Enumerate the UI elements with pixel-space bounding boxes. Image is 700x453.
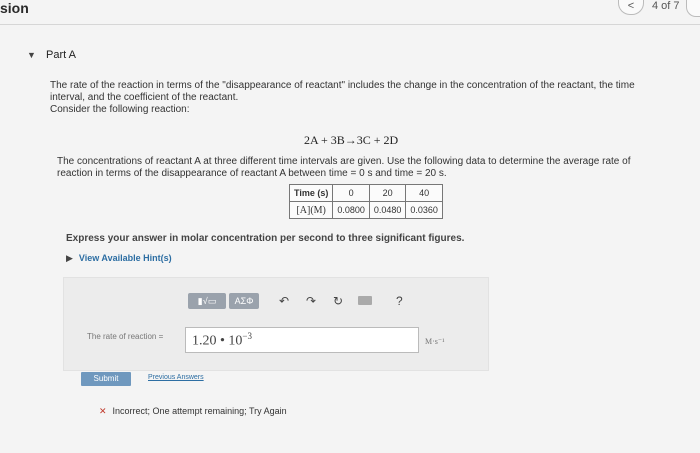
table-cell: 20 [368, 184, 407, 202]
incorrect-icon: ✕ [99, 406, 107, 416]
undo-icon[interactable]: ↶ [279, 293, 289, 309]
table-cell: 0 [332, 184, 370, 202]
reset-icon[interactable]: ↻ [333, 293, 343, 309]
expand-arrow-icon: ▶ [66, 253, 73, 263]
top-bar: sion < 4 of 7 [0, 0, 700, 24]
answer-mantissa: 1.20 • 10 [192, 333, 243, 349]
previous-answers-link[interactable]: Previous Answers [148, 374, 204, 381]
redo-icon[interactable]: ↷ [306, 293, 316, 309]
next-button[interactable] [686, 0, 700, 17]
table-cell: 0.0360 [405, 201, 443, 219]
intro-line-2: interval, and the coefficient of the rea… [50, 92, 239, 103]
intro-line-3: Consider the following reaction: [50, 104, 190, 115]
answer-input[interactable]: 1.20 • 10−3 [185, 327, 419, 353]
table-cell: 0.0800 [332, 201, 370, 219]
submit-button[interactable]: Submit [81, 372, 131, 386]
reaction-equation: 2A + 3B→3C + 2D [304, 133, 399, 147]
table-cell: 0.0480 [368, 201, 407, 219]
answer-instruction: Express your answer in molar concentrati… [66, 233, 465, 244]
feedback-message: ✕ Incorrect; One attempt remaining; Try A… [99, 406, 287, 417]
table-header-concentration: [A](M) [288, 201, 334, 219]
symbols-button[interactable]: ΑΣΦ [229, 293, 259, 309]
help-icon[interactable]: ? [396, 293, 403, 309]
rate-label: The rate of reaction = [87, 332, 164, 341]
header-divider [0, 24, 700, 25]
data-line-2: reaction in terms of the disappearance o… [57, 168, 447, 179]
page-title: sion [0, 0, 29, 16]
part-a-heading[interactable]: Part A [46, 49, 76, 61]
table-cell: 40 [405, 184, 443, 202]
feedback-text: Incorrect; One attempt remaining; Try Ag… [112, 406, 287, 416]
page-counter: 4 of 7 [652, 0, 680, 12]
answer-value: 1.20 • 10−3 [192, 331, 252, 350]
intro-line-1: The rate of the reaction in terms of the… [50, 80, 635, 91]
data-line-1: The concentrations of reactant A at thre… [57, 156, 631, 167]
concentration-table: Time (s) 0 20 40 [A](M) 0.0800 0.0480 0.… [288, 184, 443, 219]
table-row: Time (s) 0 20 40 [288, 184, 443, 202]
part-collapse-icon[interactable]: ▼ [27, 50, 36, 60]
keyboard-icon[interactable] [358, 296, 372, 305]
table-row: [A](M) 0.0800 0.0480 0.0360 [288, 201, 443, 219]
answer-exponent: −3 [242, 331, 252, 341]
answer-units: M·s⁻¹ [425, 337, 445, 346]
templates-button[interactable]: ▮√▭ [188, 293, 226, 309]
previous-button[interactable]: < [618, 0, 644, 15]
answer-panel [63, 277, 489, 371]
hints-label: View Available Hint(s) [78, 253, 172, 263]
table-header-time: Time (s) [288, 184, 334, 202]
view-hints-link[interactable]: ▶ View Available Hint(s) [66, 253, 172, 264]
